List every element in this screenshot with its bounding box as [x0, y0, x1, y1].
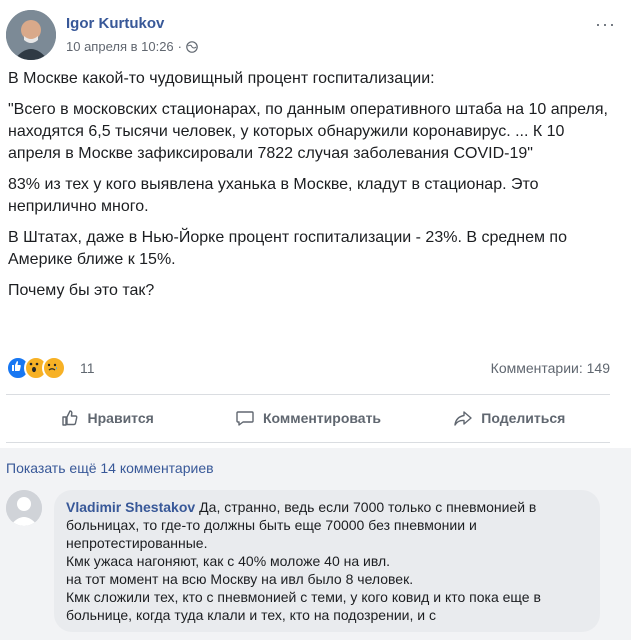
- post-date[interactable]: 10 апреля в 10:26: [66, 39, 174, 54]
- comment-icon: [236, 411, 254, 426]
- divider: [6, 394, 610, 395]
- post-paragraph: "Всего в московских стационарах, по данн…: [8, 101, 608, 162]
- author-name[interactable]: Igor Kurtukov: [66, 15, 164, 32]
- more-options-button[interactable]: ···: [595, 14, 616, 35]
- post-paragraph: 83% из тех у кого выявлена уханька в Мос…: [8, 176, 539, 215]
- sad-icon: [42, 356, 66, 380]
- thumbs-up-icon: [61, 410, 77, 426]
- share-label: Поделиться: [481, 410, 566, 426]
- like-button[interactable]: Нравится: [6, 400, 207, 436]
- like-label: Нравится: [87, 410, 154, 426]
- post-paragraph: В Штатах, даже в Нью-Йорке процент госпи…: [8, 229, 567, 268]
- reactions-bar: 11 Комментарии: 149: [6, 356, 610, 382]
- post-body: В Москве какой-то чудовищный процент гос…: [8, 68, 618, 311]
- post-paragraph: В Москве какой-то чудовищный процент гос…: [8, 70, 435, 87]
- comment-label: Комментировать: [262, 410, 382, 426]
- comment-bubble: Vladimir Shestakov Да, странно, ведь если…: [54, 490, 600, 632]
- globe-icon[interactable]: [186, 40, 198, 53]
- post-paragraph: Почему бы это так?: [8, 282, 155, 299]
- author-avatar[interactable]: [6, 10, 56, 60]
- post-meta: 10 апреля в 10:26 ·: [66, 39, 198, 54]
- comment-text: Да, странно, ведь если 7000 только с пне…: [66, 499, 541, 623]
- reaction-count[interactable]: 11: [80, 360, 95, 376]
- post-actions: Нравится Комментировать Поделиться: [6, 400, 610, 436]
- reaction-icons[interactable]: [6, 356, 66, 380]
- comments-section: Показать ещё 14 комментариев Vladimir Sh…: [0, 448, 631, 640]
- comment-author[interactable]: Vladimir Shestakov: [66, 499, 195, 515]
- comment-button[interactable]: Комментировать: [207, 400, 408, 436]
- commenter-avatar[interactable]: [6, 490, 42, 526]
- comments-count[interactable]: Комментарии: 149: [491, 360, 610, 376]
- show-more-comments-link[interactable]: Показать ещё 14 комментариев: [6, 460, 214, 476]
- divider: [6, 442, 610, 443]
- share-button[interactable]: Поделиться: [409, 400, 610, 436]
- post-header: Igor Kurtukov 10 апреля в 10:26 · ···: [6, 10, 626, 60]
- share-icon: [454, 411, 472, 426]
